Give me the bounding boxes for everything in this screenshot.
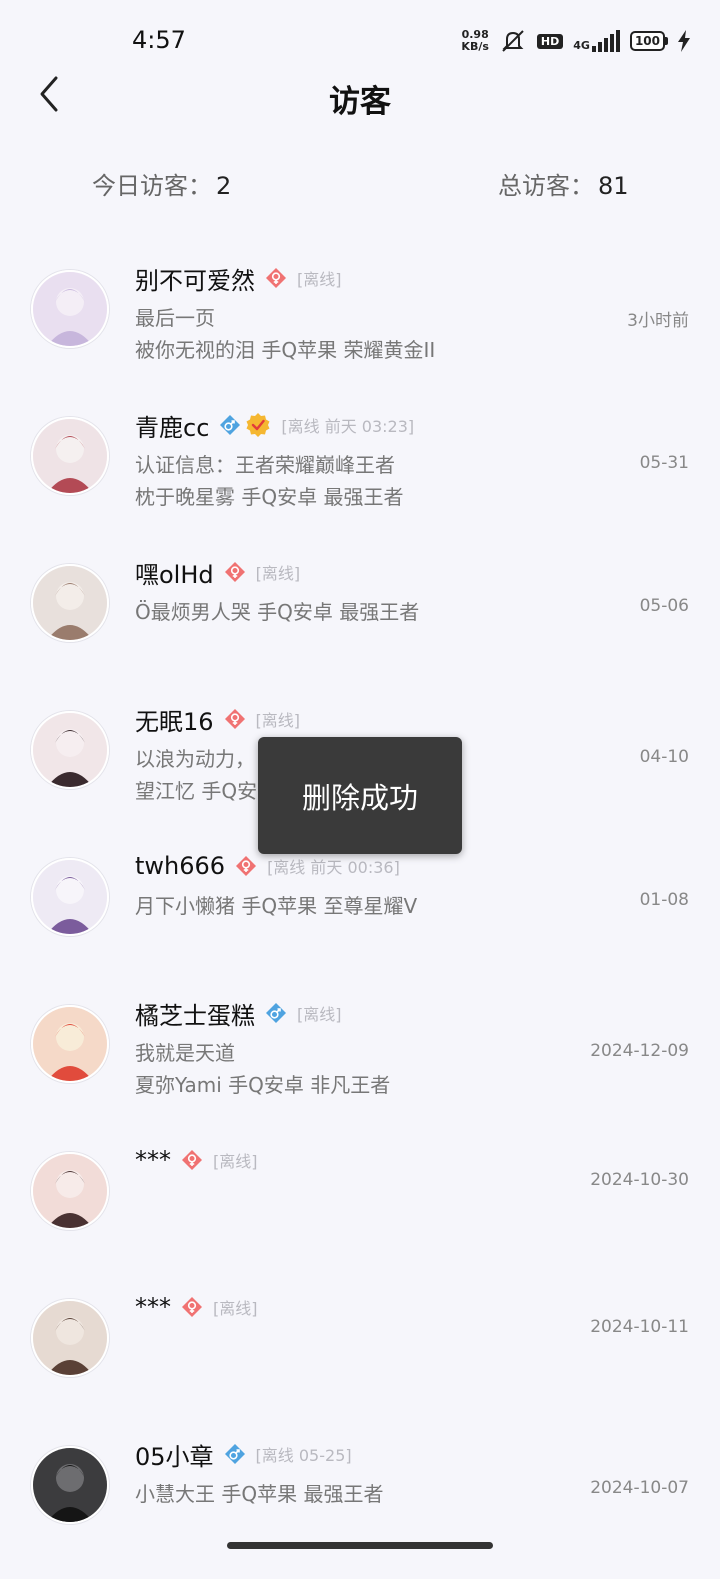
- online-status: [离线]: [297, 270, 342, 289]
- name-row: 嘿olHd [离线]: [135, 556, 301, 589]
- avatar[interactable]: [31, 858, 109, 936]
- visitor-game-info: 枕于晚星雾 手Q安卓 最强王者: [135, 485, 404, 509]
- status-icons: 0.98 KB/s HD 4G 100: [461, 28, 690, 54]
- name-row: 无眠16 [离线]: [135, 703, 301, 736]
- avatar[interactable]: [31, 270, 109, 348]
- avatar[interactable]: [31, 1005, 109, 1083]
- visit-time: 2024-10-30: [590, 1170, 689, 1190]
- avatar[interactable]: [31, 711, 109, 789]
- online-status: [离线]: [255, 564, 301, 583]
- male-gender-icon: [265, 1002, 287, 1024]
- visitor-game-info: 被你无视的泪 手Q苹果 荣耀黄金II: [135, 338, 436, 362]
- online-status: [离线 前天 00:36]: [267, 858, 400, 877]
- page-title: 访客: [329, 84, 391, 120]
- verified-badge-icon: [245, 412, 271, 438]
- avatar[interactable]: [31, 564, 109, 642]
- header: 访客: [0, 66, 720, 126]
- visit-time: 04-10: [639, 747, 689, 767]
- male-gender-icon: [224, 1443, 246, 1465]
- name-row: 橘芝士蛋糕 [离线]: [135, 997, 342, 1030]
- visitor-info-line: 小慧大王 手Q苹果 最强王者: [135, 1482, 384, 1506]
- toast-message: 删除成功: [258, 737, 462, 854]
- online-status: [离线]: [213, 1152, 258, 1171]
- visitor-name: twh666: [135, 852, 226, 880]
- avatar[interactable]: [31, 1446, 109, 1524]
- visit-time: 2024-10-07: [590, 1478, 689, 1498]
- visitor-info-line: 月下小懒猪 手Q苹果 至尊星耀V: [135, 894, 418, 918]
- name-row: 05小章 [离线 05-25]: [135, 1438, 352, 1471]
- visitor-list: 别不可爱然 [离线] 最后一页被你无视的泪 手Q苹果 荣耀黄金II 3小时前青鹿cc […: [0, 256, 720, 1579]
- network-speed: 0.98 KB/s: [461, 28, 489, 53]
- visitor-info-line: 以浪为动力，: [135, 747, 255, 771]
- online-status: [离线]: [297, 1005, 342, 1024]
- visitor-row[interactable]: 橘芝士蛋糕 [离线] 我就是天道夏弥Yami 手Q安卓 非凡王者 2024-12-09: [0, 991, 720, 1138]
- visitor-row[interactable]: 05小章 [离线 05-25] 小慧大王 手Q苹果 最强王者 2024-10-07: [0, 1432, 720, 1579]
- visitor-game-info: 望江忆 手Q安: [135, 779, 258, 803]
- female-gender-icon: [224, 561, 246, 583]
- avatar[interactable]: [31, 1152, 109, 1230]
- visit-time: 01-08: [639, 890, 689, 910]
- battery-level: 100: [629, 31, 665, 51]
- today-visitors-label: 今日访客：: [92, 172, 212, 200]
- name-row: *** [离线]: [135, 1144, 258, 1176]
- female-gender-icon: [224, 708, 246, 730]
- today-visitors-count: 2: [216, 172, 232, 200]
- online-status: [离线 前天 03:23]: [281, 417, 415, 436]
- female-gender-icon: [265, 267, 287, 289]
- hd-badge: HD: [536, 33, 564, 49]
- visit-time: 2024-10-11: [590, 1317, 689, 1337]
- signal-icon: [591, 30, 620, 52]
- total-visitors-count: 81: [598, 172, 629, 200]
- visitor-name: 无眠16: [135, 707, 214, 736]
- online-status: [离线]: [213, 1299, 258, 1318]
- total-visitors: 总访客： 81: [498, 166, 629, 201]
- clock: 4:57: [132, 26, 186, 54]
- visit-time: 2024-12-09: [590, 1041, 689, 1061]
- silent-bell-icon: [502, 30, 524, 52]
- visitor-name: 05小章: [135, 1442, 214, 1471]
- charging-bolt-icon: [678, 30, 690, 52]
- visit-time: 05-31: [639, 453, 689, 473]
- online-status: [离线 05-25]: [255, 1446, 352, 1465]
- total-visitors-label: 总访客：: [498, 172, 594, 200]
- visitor-row[interactable]: 别不可爱然 [离线] 最后一页被你无视的泪 手Q苹果 荣耀黄金II 3小时前: [0, 256, 720, 403]
- visitor-info-line: 我就是天道: [135, 1041, 235, 1065]
- network-type: 4G: [573, 39, 590, 52]
- visit-time: 3小时前: [627, 311, 689, 331]
- visitor-info-line: 认证信息：王者荣耀巅峰王者: [135, 453, 395, 477]
- name-row: *** [离线]: [135, 1291, 258, 1323]
- female-gender-icon: [235, 855, 257, 877]
- name-row: 别不可爱然 [离线]: [135, 262, 342, 295]
- female-gender-icon: [181, 1296, 203, 1318]
- online-status: [离线]: [255, 711, 301, 730]
- visitor-name: ***: [135, 1146, 171, 1174]
- visitor-name: 橘芝士蛋糕: [135, 1001, 255, 1030]
- today-visitors: 今日访客： 2: [92, 166, 231, 201]
- visitor-name: 嘿olHd: [135, 560, 214, 589]
- avatar[interactable]: [31, 1299, 109, 1377]
- visitor-row[interactable]: twh666 [离线 前天 00:36] 月下小懒猪 手Q苹果 至尊星耀V 01-08: [0, 844, 720, 991]
- visitor-game-info: 夏弥Yami 手Q安卓 非凡王者: [135, 1073, 391, 1097]
- visitor-row[interactable]: *** [离线] 2024-10-11: [0, 1285, 720, 1432]
- battery-icon: 100: [629, 31, 668, 51]
- visitor-name: ***: [135, 1293, 171, 1321]
- home-indicator[interactable]: [227, 1542, 493, 1549]
- male-gender-icon: [219, 414, 241, 436]
- visitor-row[interactable]: 嘿olHd [离线] Ö最烦男人哭 手Q安卓 最强王者 05-06: [0, 550, 720, 697]
- visitor-info-line: Ö最烦男人哭 手Q安卓 最强王者: [135, 600, 420, 624]
- female-gender-icon: [181, 1149, 203, 1171]
- name-row: 青鹿cc [离线 前天 03:23]: [135, 409, 415, 442]
- visit-time: 05-06: [639, 596, 689, 616]
- visitor-info-line: 最后一页: [135, 306, 215, 330]
- visitor-name: 别不可爱然: [135, 266, 255, 295]
- visitor-row[interactable]: 青鹿cc [离线 前天 03:23] 认证信息：王者荣耀巅峰王者 枕于晚星雾 手Q安卓…: [0, 403, 720, 550]
- avatar[interactable]: [31, 417, 109, 495]
- cell-signal: 4G: [573, 30, 620, 52]
- name-row: twh666 [离线 前天 00:36]: [135, 850, 400, 882]
- visitor-name: 青鹿cc: [135, 413, 210, 442]
- visitor-row[interactable]: *** [离线] 2024-10-30: [0, 1138, 720, 1285]
